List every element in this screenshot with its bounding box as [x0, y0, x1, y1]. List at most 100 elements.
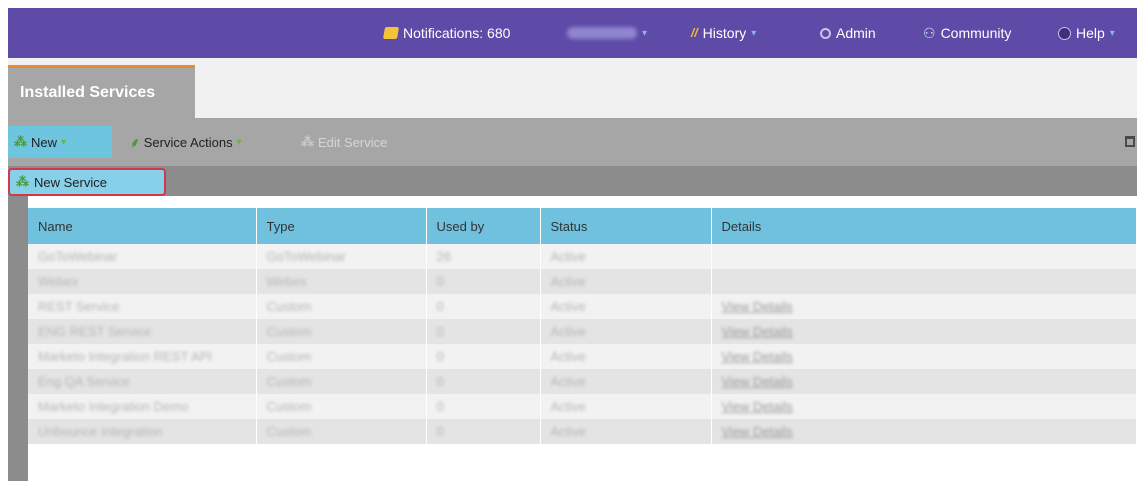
service-actions-label: Service Actions [143, 134, 233, 150]
notification-icon [382, 27, 400, 39]
service-actions-button[interactable]: ⸙ Service Actions ▾ [124, 126, 248, 158]
chevron-down-icon: ▾ [751, 27, 757, 39]
installed-services-table: Name Type Used by Status Details GoToWeb… [28, 208, 1137, 444]
table-cell: View Details [711, 294, 1137, 319]
column-header-type[interactable]: Type [256, 208, 427, 244]
history-menu[interactable]: // History ▾ [691, 8, 756, 58]
table-row[interactable]: Webex Webex 0 Active [28, 269, 1137, 294]
table-cell: View Details [711, 344, 1137, 369]
table-cell: View Details [711, 394, 1137, 419]
table-cell: View Details [711, 319, 1137, 344]
admin-link[interactable]: Admin [820, 8, 876, 58]
cell-text: 0 [436, 324, 444, 339]
toolbar: ⁂ New ▾ ⸙ Service Actions ▾ ⁂ Edit Servi… [8, 118, 1137, 166]
grid-left-gutter [8, 196, 28, 481]
tab-bar: Installed Services [8, 58, 1137, 118]
table-row[interactable]: REST Service Custom 0 Active View Details [28, 294, 1137, 319]
cell-text: Active [550, 274, 586, 289]
history-label: History [702, 25, 747, 41]
services-grid-container: Name Type Used by Status Details GoToWeb… [8, 196, 1137, 481]
chevron-down-icon: ▾ [236, 136, 242, 148]
table-cell: 0 [426, 419, 541, 444]
community-link[interactable]: ⚇ Community [923, 8, 1011, 58]
cell-text: Active [550, 399, 586, 414]
view-details-link[interactable]: View Details [722, 349, 793, 364]
table-cell: 0 [426, 344, 541, 369]
edit-service-icon: ⁂ [301, 134, 314, 149]
view-details-link[interactable]: View Details [722, 424, 793, 439]
table-row[interactable]: GoToWebinar GoToWebinar 26 Active [28, 244, 1137, 269]
table-cell: Custom [256, 344, 427, 369]
table-cell: Unbounce Integration [28, 419, 257, 444]
table-cell: GoToWebinar [256, 244, 427, 269]
user-menu[interactable]: ▾ [567, 8, 647, 58]
table-cell: Eng QA Service [28, 369, 257, 394]
view-details-link[interactable]: View Details [722, 399, 793, 414]
user-name-blurred [567, 27, 637, 39]
cell-text: 0 [436, 374, 444, 389]
edit-service-label: Edit Service [318, 134, 388, 150]
table-cell: 0 [426, 269, 541, 294]
column-header-used-by[interactable]: Used by [426, 208, 541, 244]
table-cell: View Details [711, 369, 1137, 394]
table-cell: GoToWebinar [28, 244, 257, 269]
table-row[interactable]: ENG REST Service Custom 0 Active View Detail… [28, 319, 1137, 344]
tab-label: Installed Services [20, 84, 156, 101]
cell-text: Custom [266, 349, 312, 364]
table-cell: 0 [426, 294, 541, 319]
table-cell: Active [540, 269, 712, 294]
cell-text: Webex [38, 274, 79, 289]
help-icon [1058, 26, 1071, 40]
service-actions-icon: ⸙ [130, 135, 140, 150]
table-row[interactable]: Marketo Integration Demo Custom 0 Active Vie… [28, 394, 1137, 419]
cell-text: Custom [266, 324, 312, 339]
table-cell: Marketo Integration Demo [28, 394, 257, 419]
table-cell: Custom [256, 394, 427, 419]
new-service-icon: ⁂ [14, 134, 27, 149]
cell-text: Active [550, 249, 586, 264]
table-cell: Active [540, 419, 712, 444]
table-cell: Webex [28, 269, 257, 294]
column-header-details[interactable]: Details [711, 208, 1137, 244]
table-row[interactable]: Unbounce Integration Custom 0 Active View De… [28, 419, 1137, 444]
cell-text: 0 [436, 424, 444, 439]
edit-service-button[interactable]: ⁂ Edit Service [295, 126, 393, 158]
table-cell [711, 269, 1137, 294]
maximize-icon[interactable] [1125, 136, 1135, 147]
new-service-menu-item[interactable]: ⁂ New Service [8, 168, 166, 196]
help-menu[interactable]: Help ▾ [1058, 8, 1115, 58]
new-button[interactable]: ⁂ New ▾ [8, 126, 112, 158]
cell-text: Marketo Integration REST API [38, 349, 212, 364]
table-row[interactable]: Marketo Integration REST API Custom 0 Activ… [28, 344, 1137, 369]
cell-text: 0 [436, 399, 444, 414]
cell-text: 0 [436, 274, 444, 289]
top-navigation-bar: Notifications: 680 ▾ // History ▾ Admin … [8, 8, 1137, 58]
cell-text: Active [550, 374, 586, 389]
table-cell: Webex [256, 269, 427, 294]
cell-text: 0 [436, 349, 444, 364]
chevron-down-icon: ▾ [1109, 27, 1115, 39]
cell-text: 0 [436, 299, 444, 314]
tab-installed-services[interactable]: Installed Services [8, 65, 195, 118]
column-header-status[interactable]: Status [540, 208, 712, 244]
column-header-name[interactable]: Name [28, 208, 257, 244]
table-cell: 0 [426, 394, 541, 419]
table-cell: Custom [256, 294, 427, 319]
cell-text: ENG REST Service [38, 324, 152, 339]
view-details-link[interactable]: View Details [722, 299, 793, 314]
table-cell: Active [540, 244, 712, 269]
table-cell [711, 244, 1137, 269]
new-menu-dropdown: ⁂ New Service [8, 166, 1137, 196]
table-row[interactable]: Eng QA Service Custom 0 Active View Details [28, 369, 1137, 394]
notifications-link[interactable]: Notifications: 680 [382, 8, 510, 58]
gear-icon [820, 27, 831, 39]
view-details-link[interactable]: View Details [722, 374, 793, 389]
cell-text: Custom [266, 374, 312, 389]
table-cell: 0 [426, 369, 541, 394]
table-cell: Custom [256, 369, 427, 394]
cell-text: Webex [266, 274, 307, 289]
table-header-row: Name Type Used by Status Details [28, 208, 1137, 244]
history-icon: // [691, 26, 698, 40]
view-details-link[interactable]: View Details [722, 324, 793, 339]
cell-text: Custom [266, 299, 312, 314]
